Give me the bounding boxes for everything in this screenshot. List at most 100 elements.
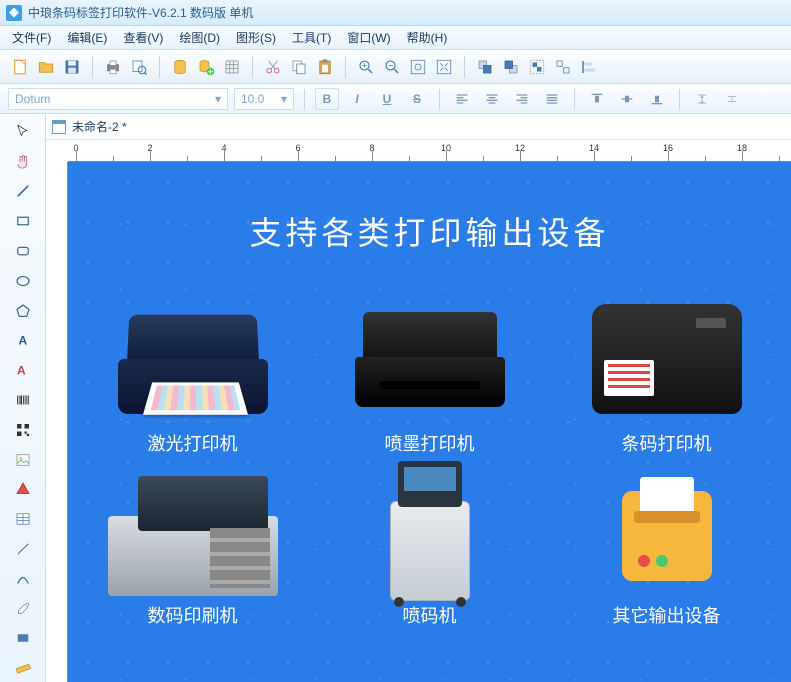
horizontal-ruler: 024681012141618: [68, 140, 791, 162]
font-size-combo[interactable]: 10.0 ▾: [234, 88, 294, 110]
document-tab[interactable]: 未命名-2 *: [72, 118, 127, 135]
chevron-down-icon: ▾: [215, 92, 221, 106]
inkjet-printer-image: [355, 312, 505, 407]
hand-tool[interactable]: [8, 148, 38, 176]
roundrect-tool[interactable]: [8, 237, 38, 265]
zoom-actual-button[interactable]: [432, 55, 456, 79]
menu-help[interactable]: 帮助(H): [399, 26, 456, 49]
shape-tool[interactable]: [8, 476, 38, 504]
device-barcode: 条码打印机: [558, 294, 775, 456]
main-toolbar: [0, 50, 791, 84]
svg-text:A: A: [17, 364, 26, 378]
grid-button[interactable]: [220, 55, 244, 79]
canvas[interactable]: 支持各类打印输出设备 激光打印机 喷墨打印机 条码打印机: [68, 162, 791, 682]
content-heading: 支持各类打印输出设备: [84, 208, 775, 254]
align-left-button[interactable]: [450, 88, 474, 110]
zoom-out-button[interactable]: [380, 55, 404, 79]
line2-tool[interactable]: [8, 535, 38, 563]
open-button[interactable]: [34, 55, 58, 79]
print-preview-button[interactable]: [127, 55, 151, 79]
cut-button[interactable]: [261, 55, 285, 79]
workspace: A A 未命名-2 * 024681012141618 支持各类打印输出设备: [0, 114, 791, 682]
menu-draw[interactable]: 绘图(D): [171, 26, 228, 49]
align-button[interactable]: [577, 55, 601, 79]
menu-window[interactable]: 窗口(W): [339, 26, 398, 49]
database-button[interactable]: [168, 55, 192, 79]
caption-inkjet: 喷墨打印机: [385, 430, 475, 456]
measure-tool[interactable]: [8, 654, 38, 682]
format-toolbar: Dotum ▾ 10.0 ▾ B I U S: [0, 84, 791, 114]
menu-shape[interactable]: 图形(S): [228, 26, 284, 49]
italic-button[interactable]: I: [345, 88, 369, 110]
menu-file[interactable]: 文件(F): [4, 26, 59, 49]
barcode-printer-image: [592, 304, 742, 414]
polygon-tool[interactable]: [8, 297, 38, 325]
database-add-button[interactable]: [194, 55, 218, 79]
other-device-image: [612, 481, 722, 581]
font-name: Dotum: [15, 92, 50, 106]
ellipse-tool[interactable]: [8, 267, 38, 295]
image-tool[interactable]: [8, 446, 38, 474]
bring-front-button[interactable]: [473, 55, 497, 79]
barcode-tool[interactable]: [8, 386, 38, 414]
valign-top-button[interactable]: [585, 88, 609, 110]
device-digital: 数码印刷机: [84, 466, 301, 628]
caption-coder: 喷码机: [403, 602, 457, 628]
digital-press-image: [108, 466, 278, 596]
caption-digital: 数码印刷机: [148, 602, 238, 628]
device-laser: 激光打印机: [84, 294, 301, 456]
menu-view[interactable]: 查看(V): [115, 26, 171, 49]
font-size: 10.0: [241, 92, 264, 106]
tool-palette: A A: [0, 114, 46, 682]
line-tool[interactable]: [8, 178, 38, 206]
vertical-ruler: [46, 162, 68, 682]
zoom-fit-button[interactable]: [406, 55, 430, 79]
canvas-area: 未命名-2 * 024681012141618 支持各类打印输出设备 激光打印机…: [46, 114, 791, 682]
new-button[interactable]: [8, 55, 32, 79]
window-title: 中琅条码标签打印软件-V6.2.1 数码版 单机: [28, 4, 253, 21]
device-inkjet: 喷墨打印机: [321, 294, 538, 456]
zoom-in-button[interactable]: [354, 55, 378, 79]
print-button[interactable]: [101, 55, 125, 79]
spacing-inc-button[interactable]: [690, 88, 714, 110]
align-right-button[interactable]: [510, 88, 534, 110]
device-coder: 喷码机: [321, 466, 538, 628]
laser-printer-image: [108, 304, 278, 414]
menu-edit[interactable]: 编辑(E): [59, 26, 115, 49]
strike-button[interactable]: S: [405, 88, 429, 110]
save-button[interactable]: [60, 55, 84, 79]
fill-tool[interactable]: [8, 625, 38, 653]
device-other: 其它输出设备: [558, 466, 775, 628]
valign-bottom-button[interactable]: [645, 88, 669, 110]
rect-tool[interactable]: [8, 207, 38, 235]
ungroup-button[interactable]: [551, 55, 575, 79]
valign-middle-button[interactable]: [615, 88, 639, 110]
underline-button[interactable]: U: [375, 88, 399, 110]
table-tool[interactable]: [8, 505, 38, 533]
caption-other: 其它输出设备: [613, 602, 721, 628]
group-button[interactable]: [525, 55, 549, 79]
align-justify-button[interactable]: [540, 88, 564, 110]
chevron-down-icon: ▾: [281, 92, 287, 106]
bold-button[interactable]: B: [315, 88, 339, 110]
send-back-button[interactable]: [499, 55, 523, 79]
eyedropper-tool[interactable]: [8, 595, 38, 623]
richtext-tool[interactable]: A: [8, 356, 38, 384]
curve-tool[interactable]: [8, 565, 38, 593]
paste-button[interactable]: [313, 55, 337, 79]
copy-button[interactable]: [287, 55, 311, 79]
qrcode-tool[interactable]: [8, 416, 38, 444]
select-tool[interactable]: [8, 118, 38, 146]
inkjet-coder-image: [370, 461, 490, 601]
caption-laser: 激光打印机: [148, 430, 238, 456]
device-grid: 激光打印机 喷墨打印机 条码打印机 数码印刷机: [84, 294, 775, 628]
align-center-button[interactable]: [480, 88, 504, 110]
menu-bar: 文件(F) 编辑(E) 查看(V) 绘图(D) 图形(S) 工具(T) 窗口(W…: [0, 26, 791, 50]
text-tool[interactable]: A: [8, 327, 38, 355]
document-tab-bar: 未命名-2 *: [46, 114, 791, 140]
title-bar: 中琅条码标签打印软件-V6.2.1 数码版 单机: [0, 0, 791, 26]
caption-barcode: 条码打印机: [622, 430, 712, 456]
spacing-dec-button[interactable]: [720, 88, 744, 110]
menu-tool[interactable]: 工具(T): [284, 26, 339, 49]
font-combo[interactable]: Dotum ▾: [8, 88, 228, 110]
